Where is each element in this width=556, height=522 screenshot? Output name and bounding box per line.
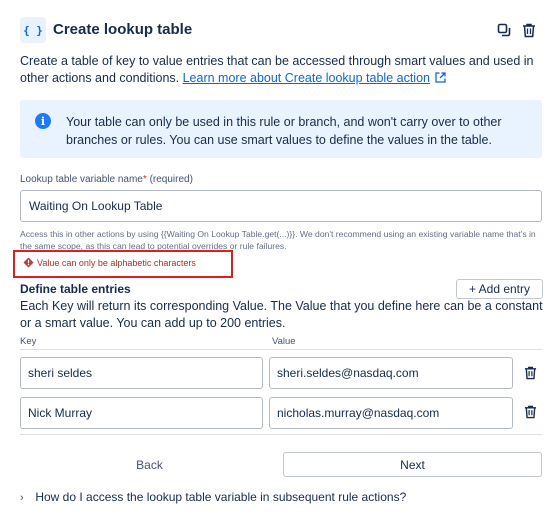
next-button[interactable]: Next xyxy=(283,452,542,477)
variable-help-text: Access this in other actions by using {{… xyxy=(20,229,536,251)
required-text: (required) xyxy=(149,174,193,185)
entries-description: Each Key will return its corresponding V… xyxy=(20,299,543,330)
table-divider xyxy=(20,349,542,350)
value-input[interactable] xyxy=(269,397,513,429)
key-column-header: Key xyxy=(20,336,37,347)
trash-icon xyxy=(524,366,536,380)
error-message: Value can only be alphabetic characters xyxy=(13,250,233,278)
learn-more-link[interactable]: Learn more about Create lookup table act… xyxy=(183,71,430,85)
panel-header: { } Create lookup table xyxy=(20,17,542,45)
back-button[interactable]: Back xyxy=(20,452,279,477)
error-icon xyxy=(23,257,34,268)
panel-title: Create lookup table xyxy=(53,21,193,38)
duplicate-button[interactable] xyxy=(494,20,514,40)
error-text: Value can only be alphabetic characters xyxy=(37,258,196,268)
key-input[interactable] xyxy=(20,397,263,429)
faq-expander[interactable]: › How do I access the lookup table varia… xyxy=(20,490,406,504)
entries-title: Define table entries xyxy=(20,282,131,296)
duplicate-icon xyxy=(497,23,511,37)
trash-icon xyxy=(524,405,536,419)
info-message: i Your table can only be used in this ru… xyxy=(20,100,542,158)
variable-name-input[interactable] xyxy=(20,190,542,222)
add-entry-button[interactable]: + Add entry xyxy=(456,279,543,299)
key-input[interactable] xyxy=(20,357,263,389)
external-link-icon xyxy=(435,72,447,83)
trash-icon xyxy=(523,23,535,37)
value-input[interactable] xyxy=(269,357,513,389)
variable-name-label: Lookup table variable name* (required) xyxy=(20,174,193,185)
table-divider xyxy=(20,434,542,435)
required-star: * xyxy=(142,174,147,185)
info-text: Your table can only be used in this rule… xyxy=(66,115,502,147)
delete-action-button[interactable] xyxy=(519,20,539,40)
action-description: Create a table of key to value entries t… xyxy=(20,53,548,87)
chevron-right-icon: › xyxy=(20,492,24,504)
braces-icon: { } xyxy=(20,17,46,43)
faq-text: How do I access the lookup table variabl… xyxy=(35,490,407,504)
delete-row-button[interactable] xyxy=(520,363,540,383)
delete-row-button[interactable] xyxy=(520,402,540,422)
value-column-header: Value xyxy=(272,336,296,347)
info-icon: i xyxy=(35,113,51,129)
label-text: Lookup table variable name xyxy=(20,174,143,185)
